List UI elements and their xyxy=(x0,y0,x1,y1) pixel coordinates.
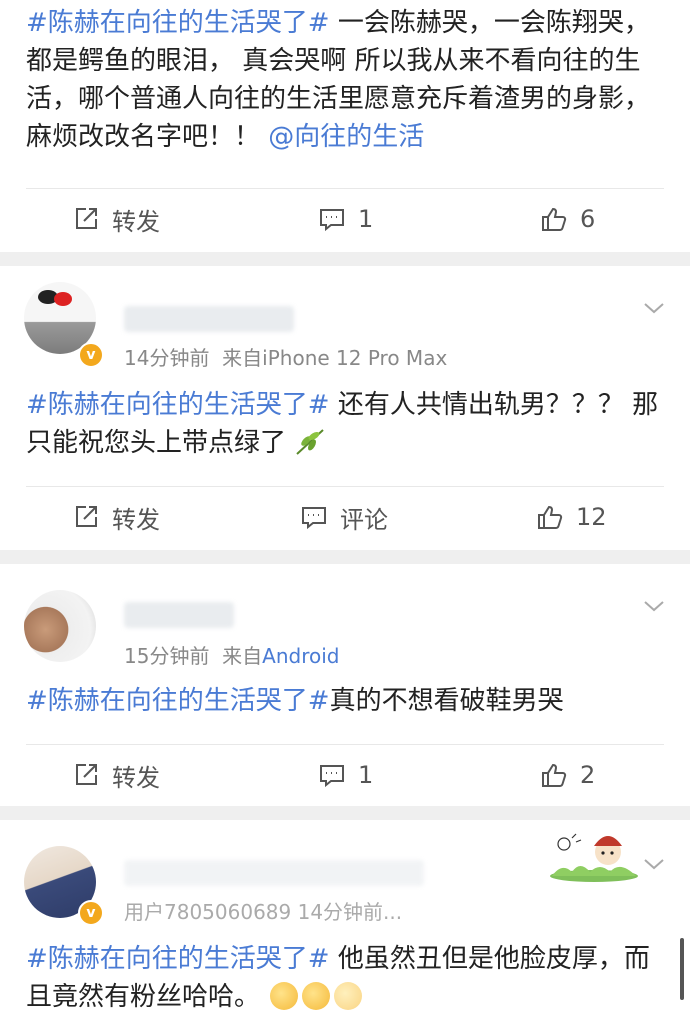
post-card-1: #陈赫在向往的生活哭了# 一会陈赫哭，一会陈翔哭，都是鳄鱼的眼泪， 真会哭啊 所… xyxy=(0,0,690,252)
like-icon xyxy=(542,207,567,231)
post-text: #陈赫在向往的生活哭了# 还有人共情出轨男？？？ 那只能祝您头上带点绿了 xyxy=(26,386,664,462)
topic-link[interactable]: #陈赫在向往的生活哭了# xyxy=(26,686,330,716)
post-meta-text: 用户7805060689 14分钟前... xyxy=(124,900,403,924)
like-icon xyxy=(538,505,563,529)
avatar[interactable] xyxy=(24,590,96,662)
verified-badge: v xyxy=(78,900,104,926)
chevron-down-icon xyxy=(644,601,664,612)
username[interactable] xyxy=(124,602,234,628)
comment-button[interactable]: 1 xyxy=(318,744,373,806)
laugh-emoji xyxy=(302,982,331,1010)
post-menu-button[interactable] xyxy=(642,852,666,876)
like-count: 12 xyxy=(576,503,607,531)
leaf-emoji xyxy=(296,429,324,455)
repost-icon xyxy=(76,208,97,229)
comment-icon xyxy=(320,209,344,232)
card-decoration-sticker xyxy=(550,833,638,882)
post-card-2: v 14分钟前 来自iPhone 12 Pro Max #陈赫在向往的生活哭了#… xyxy=(0,266,690,550)
repost-button[interactable]: 转发 xyxy=(72,744,160,806)
bow-decoration xyxy=(54,292,72,306)
post-meta: 14分钟前 来自iPhone 12 Pro Max xyxy=(124,342,447,371)
topic-link[interactable]: #陈赫在向往的生活哭了# xyxy=(26,8,330,38)
chevron-down-icon xyxy=(644,859,664,870)
source-prefix: 来自 xyxy=(222,644,263,668)
comment-label: 评论 xyxy=(340,505,388,534)
like-icon xyxy=(542,763,567,787)
topic-link[interactable]: #陈赫在向往的生活哭了# xyxy=(26,390,330,420)
scrollbar[interactable] xyxy=(680,938,684,1000)
post-meta: 15分钟前 来自Android xyxy=(124,640,340,669)
repost-button[interactable]: 转发 xyxy=(72,188,160,250)
like-count: 6 xyxy=(580,205,596,233)
repost-label: 转发 xyxy=(112,505,160,534)
mention-link[interactable]: @向往的生活 xyxy=(268,122,424,152)
post-card-3: 15分钟前 来自Android #陈赫在向往的生活哭了#真的不想看破鞋男哭 转发… xyxy=(0,564,690,806)
post-body: 真的不想看破鞋男哭 xyxy=(329,686,564,716)
topic-link[interactable]: #陈赫在向往的生活哭了# xyxy=(26,944,330,974)
post-meta: 用户7805060689 14分钟前... xyxy=(124,896,402,925)
repost-icon xyxy=(76,506,97,527)
comment-button[interactable]: 评论 xyxy=(300,486,388,548)
chevron-down-icon xyxy=(644,303,664,314)
comment-button[interactable]: 1 xyxy=(318,188,373,250)
like-button[interactable]: 6 xyxy=(540,188,595,250)
repost-label: 转发 xyxy=(112,207,160,236)
post-source: iPhone 12 Pro Max xyxy=(262,346,448,370)
post-time: 14分钟前 xyxy=(124,346,210,370)
source-prefix: 来自 xyxy=(222,346,263,370)
action-bar: 转发 1 6 xyxy=(0,188,690,250)
post-menu-button[interactable] xyxy=(642,594,666,618)
comment-count: 1 xyxy=(358,205,374,233)
comment-icon xyxy=(302,507,326,530)
action-bar: 转发 评论 12 xyxy=(0,486,690,548)
repost-button[interactable]: 转发 xyxy=(72,486,160,548)
post-menu-button[interactable] xyxy=(642,296,666,320)
like-button[interactable]: 2 xyxy=(540,744,595,806)
post-text: #陈赫在向往的生活哭了# 他虽然丑但是他脸皮厚，而且竟然有粉丝哈哈。 xyxy=(26,940,664,1016)
action-bar: 转发 1 2 xyxy=(0,744,690,806)
comment-count: 1 xyxy=(358,761,374,789)
laugh-emoji xyxy=(334,982,363,1010)
verified-badge: v xyxy=(78,342,104,368)
like-count: 2 xyxy=(580,761,596,789)
comment-icon xyxy=(320,765,344,788)
laugh-emoji xyxy=(270,982,299,1010)
username[interactable] xyxy=(124,860,424,886)
post-text: #陈赫在向往的生活哭了# 一会陈赫哭，一会陈翔哭，都是鳄鱼的眼泪， 真会哭啊 所… xyxy=(26,4,664,156)
repost-label: 转发 xyxy=(112,763,160,792)
like-button[interactable]: 12 xyxy=(536,486,607,548)
username[interactable] xyxy=(124,306,294,332)
post-time: 15分钟前 xyxy=(124,644,210,668)
post-card-4: v 用户7805060689 14分钟前... #陈赫在向往的生活哭了# 他虽然… xyxy=(0,820,690,1034)
repost-icon xyxy=(76,764,97,785)
post-source[interactable]: Android xyxy=(262,644,339,668)
post-text: #陈赫在向往的生活哭了#真的不想看破鞋男哭 xyxy=(26,682,664,720)
